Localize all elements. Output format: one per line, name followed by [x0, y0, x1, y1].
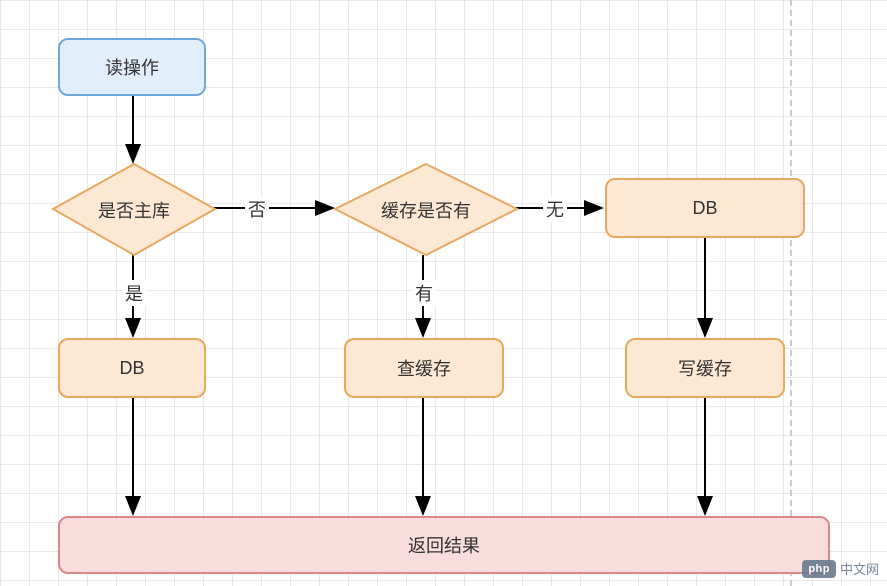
- watermark-text: 中文网: [840, 559, 879, 578]
- db-node-left-label: DB: [119, 358, 144, 379]
- decision-cache-exists: 缓存是否有: [333, 162, 519, 257]
- decision-cache-exists-label: 缓存是否有: [333, 162, 519, 257]
- write-cache-label: 写缓存: [678, 355, 732, 381]
- watermark: php 中文网: [802, 559, 879, 578]
- diagram-canvas: 读操作 是否主库 缓存是否有 DB DB 查缓存 写缓存 返回结果 否 是 有 …: [0, 0, 887, 586]
- query-cache-node: 查缓存: [344, 338, 504, 398]
- decision-primary-db-label: 是否主库: [51, 162, 217, 257]
- start-node: 读操作: [58, 38, 206, 96]
- db-node-left: DB: [58, 338, 206, 398]
- edge-label-yes: 是: [122, 280, 146, 306]
- result-label: 返回结果: [408, 532, 480, 558]
- start-label: 读操作: [105, 54, 159, 80]
- edge-label-has: 有: [412, 280, 436, 306]
- write-cache-node: 写缓存: [625, 338, 785, 398]
- db-node-top-label: DB: [692, 198, 717, 219]
- watermark-badge: php: [802, 560, 836, 578]
- edge-label-no: 否: [245, 196, 269, 222]
- db-node-top: DB: [605, 178, 805, 238]
- query-cache-label: 查缓存: [397, 355, 451, 381]
- result-node: 返回结果: [58, 516, 830, 574]
- edge-label-none: 无: [543, 196, 567, 222]
- decision-primary-db: 是否主库: [51, 162, 217, 257]
